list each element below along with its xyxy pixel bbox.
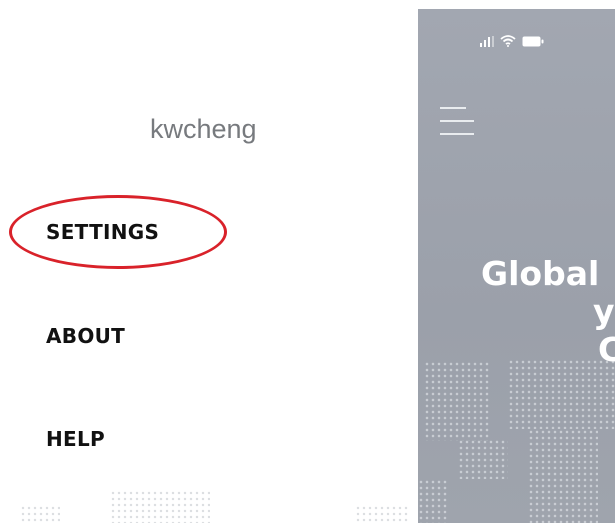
- status-bar: [480, 35, 544, 47]
- decorative-dot-pattern: [110, 490, 210, 523]
- decorative-dot-pattern: [20, 505, 60, 523]
- signal-icon: [480, 36, 494, 47]
- world-map-dots: [418, 479, 448, 523]
- decorative-dot-pattern: [355, 505, 410, 523]
- world-map-dots: [458, 439, 508, 479]
- menu-item-settings[interactable]: SETTINGS: [46, 220, 159, 244]
- navigation-drawer: kwcheng SETTINGS ABOUT HELP: [0, 0, 418, 523]
- app-screen-background: C Global y C: [418, 9, 615, 523]
- username-label: kwcheng: [150, 114, 257, 144]
- menu-item-help[interactable]: HELP: [46, 427, 105, 451]
- world-map-dots: [424, 361, 490, 441]
- world-map-dots: [508, 359, 615, 429]
- wifi-icon: [500, 35, 516, 47]
- headline-line: C: [598, 330, 615, 369]
- headline-line: y: [593, 292, 615, 331]
- battery-icon: [522, 36, 544, 47]
- menu-item-about[interactable]: ABOUT: [46, 324, 125, 348]
- world-map-dots: [528, 429, 598, 523]
- hamburger-menu-icon[interactable]: [440, 107, 476, 137]
- headline-line: Global: [481, 254, 600, 293]
